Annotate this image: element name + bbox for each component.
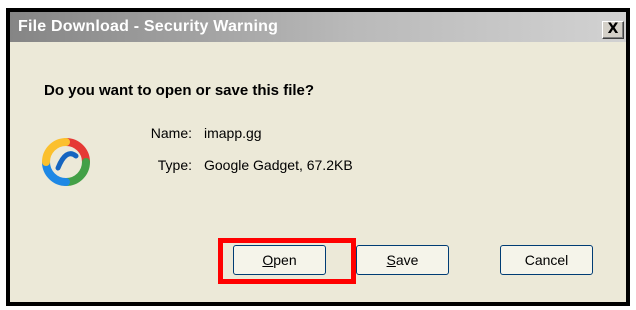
save-button[interactable]: Save: [356, 245, 449, 275]
file-download-dialog: File Download - Security Warning X Do yo…: [6, 8, 630, 306]
type-label: Type:: [157, 157, 192, 173]
name-value: imapp.gg: [204, 125, 262, 141]
title-bar[interactable]: File Download - Security Warning X: [10, 12, 626, 42]
name-label: Name:: [150, 125, 192, 141]
google-gadget-icon: [42, 138, 90, 186]
close-button[interactable]: X: [602, 21, 624, 39]
window-title: File Download - Security Warning: [18, 18, 279, 35]
dialog-question: Do you want to open or save this file?: [44, 82, 315, 99]
save-mnemonic: S: [386, 252, 396, 268]
save-label-rest: ave: [395, 252, 419, 268]
open-button-highlight: [218, 238, 356, 284]
cancel-label: Cancel: [524, 252, 569, 268]
cancel-button[interactable]: Cancel: [500, 245, 593, 275]
close-icon: X: [607, 21, 619, 37]
type-value: Google Gadget, 67.2KB: [204, 157, 353, 173]
